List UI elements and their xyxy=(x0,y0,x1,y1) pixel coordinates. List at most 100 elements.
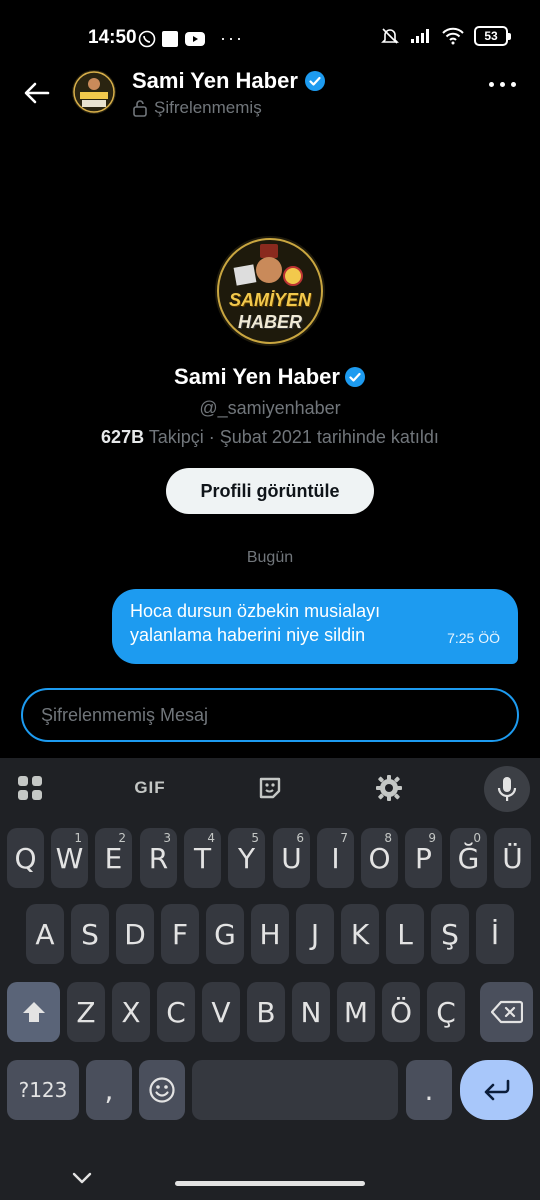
profile-handle: @_samiyenhaber xyxy=(199,398,341,418)
key-x[interactable]: X xyxy=(112,982,150,1042)
key-r[interactable]: R3 xyxy=(140,828,177,888)
emoji-key[interactable] xyxy=(139,1060,185,1120)
message-text-line: Hoca dursun özbekin musialayı xyxy=(130,601,381,621)
comma-key[interactable]: , xyxy=(86,1060,132,1120)
keyboard-toolbar: GIF xyxy=(0,758,540,818)
key-h[interactable]: H xyxy=(251,904,289,964)
period-key[interactable]: . xyxy=(406,1060,452,1120)
key-z[interactable]: Z xyxy=(67,982,105,1042)
enter-key[interactable] xyxy=(460,1060,533,1120)
key-w[interactable]: W1 xyxy=(51,828,88,888)
key-u[interactable]: U6 xyxy=(273,828,310,888)
date-separator: Bugün xyxy=(246,549,294,566)
key-n[interactable]: N xyxy=(292,982,330,1042)
key-hint: 1 xyxy=(74,831,82,845)
gif-button[interactable]: GIF xyxy=(130,770,170,806)
key-label: R xyxy=(148,841,169,875)
key-hint: 7 xyxy=(340,831,348,845)
key-d[interactable]: D xyxy=(116,904,154,964)
backspace-icon xyxy=(490,1000,523,1024)
conversation-header: Sami Yen Haber Şifrelenmemiş xyxy=(0,60,540,130)
shift-arrow-icon xyxy=(22,1002,45,1022)
key-label: Ç xyxy=(436,995,456,1029)
key-v[interactable]: V xyxy=(202,982,240,1042)
message-bubble[interactable]: Hoca dursun özbekin musialayı yalanlama … xyxy=(112,589,518,664)
profile-name: Sami Yen Haber xyxy=(174,364,340,389)
key-a[interactable]: A xyxy=(26,904,64,964)
header-avatar[interactable] xyxy=(72,70,116,114)
key-p[interactable]: P9 xyxy=(405,828,442,888)
key-m[interactable]: M xyxy=(337,982,375,1042)
key-label: D xyxy=(124,917,146,951)
shift-key[interactable] xyxy=(7,982,60,1042)
profile-title: Sami Yen Haber xyxy=(0,364,540,390)
encryption-label: Şifrelenmemiş xyxy=(154,98,262,117)
key-q[interactable]: Q xyxy=(7,828,44,888)
key-c-cedilla[interactable]: Ç xyxy=(427,982,465,1042)
square-icon xyxy=(162,30,178,47)
key-o[interactable]: O8 xyxy=(361,828,398,888)
more-notifications-icon: ··· xyxy=(220,28,244,48)
key-label: Ş xyxy=(441,917,459,951)
key-label: I xyxy=(331,841,340,875)
emoji-icon xyxy=(149,1077,175,1103)
youtube-icon xyxy=(185,31,205,46)
key-label: M xyxy=(343,995,369,1029)
wifi-icon xyxy=(442,27,464,45)
key-i-dotted[interactable]: İ xyxy=(476,904,514,964)
view-profile-button[interactable]: Profili görüntüle xyxy=(166,468,374,514)
message-composer[interactable] xyxy=(21,688,519,742)
key-s-cedilla[interactable]: Ş xyxy=(431,904,469,964)
key-label: U xyxy=(281,841,302,875)
key-u-umlaut[interactable]: Ü xyxy=(494,828,531,888)
apps-grid-icon[interactable] xyxy=(10,770,50,806)
profile-avatar[interactable]: SAMİYEN HABER xyxy=(215,236,325,346)
key-label: O xyxy=(368,841,391,875)
key-label: Q xyxy=(14,841,37,875)
space-key[interactable] xyxy=(192,1060,398,1120)
key-label: K xyxy=(350,917,370,951)
key-label: N xyxy=(300,995,322,1029)
microphone-icon[interactable] xyxy=(484,766,530,812)
key-hint: 5 xyxy=(251,831,259,845)
lock-open-icon xyxy=(133,100,147,117)
key-g[interactable]: G xyxy=(206,904,244,964)
hide-keyboard-chevron-icon[interactable] xyxy=(70,1166,94,1190)
key-label: L xyxy=(397,917,413,951)
profile-meta: 627B Takipçi · Şubat 2021 tarihinde katı… xyxy=(0,427,540,448)
key-label: İ xyxy=(490,917,500,951)
followers-meta: Takipçi · Şubat 2021 tarihinde katıldı xyxy=(148,427,439,447)
key-g-breve[interactable]: Ğ0 xyxy=(450,828,487,888)
avatar-text-bottom: HABER xyxy=(237,312,302,332)
key-label: C xyxy=(166,995,186,1029)
mute-bell-icon xyxy=(381,28,399,44)
key-l[interactable]: L xyxy=(386,904,424,964)
header-name: Sami Yen Haber xyxy=(132,68,298,93)
notification-icons: ··· xyxy=(138,28,244,49)
backspace-key[interactable] xyxy=(480,982,533,1042)
key-label: E xyxy=(104,841,123,875)
key-s[interactable]: S xyxy=(71,904,109,964)
key-hint: 3 xyxy=(163,831,171,845)
key-f[interactable]: F xyxy=(161,904,199,964)
key-e[interactable]: E2 xyxy=(95,828,132,888)
symbols-key[interactable]: ?123 xyxy=(7,1060,79,1120)
key-t[interactable]: T4 xyxy=(184,828,221,888)
key-y[interactable]: Y5 xyxy=(228,828,265,888)
key-i[interactable]: I7 xyxy=(317,828,354,888)
key-label: G xyxy=(214,917,236,951)
key-o-umlaut[interactable]: Ö xyxy=(382,982,420,1042)
header-title[interactable]: Sami Yen Haber xyxy=(132,68,326,94)
key-label: H xyxy=(259,917,281,951)
key-k[interactable]: K xyxy=(341,904,379,964)
key-hint: 6 xyxy=(296,831,304,845)
settings-gear-icon[interactable] xyxy=(369,770,409,806)
key-j[interactable]: J xyxy=(296,904,334,964)
key-c[interactable]: C xyxy=(157,982,195,1042)
key-b[interactable]: B xyxy=(247,982,285,1042)
back-arrow-icon[interactable] xyxy=(20,76,54,110)
more-options-icon[interactable] xyxy=(489,82,516,87)
key-label: Ö xyxy=(389,995,413,1029)
message-input[interactable] xyxy=(41,704,499,726)
sticker-icon[interactable] xyxy=(250,770,290,806)
